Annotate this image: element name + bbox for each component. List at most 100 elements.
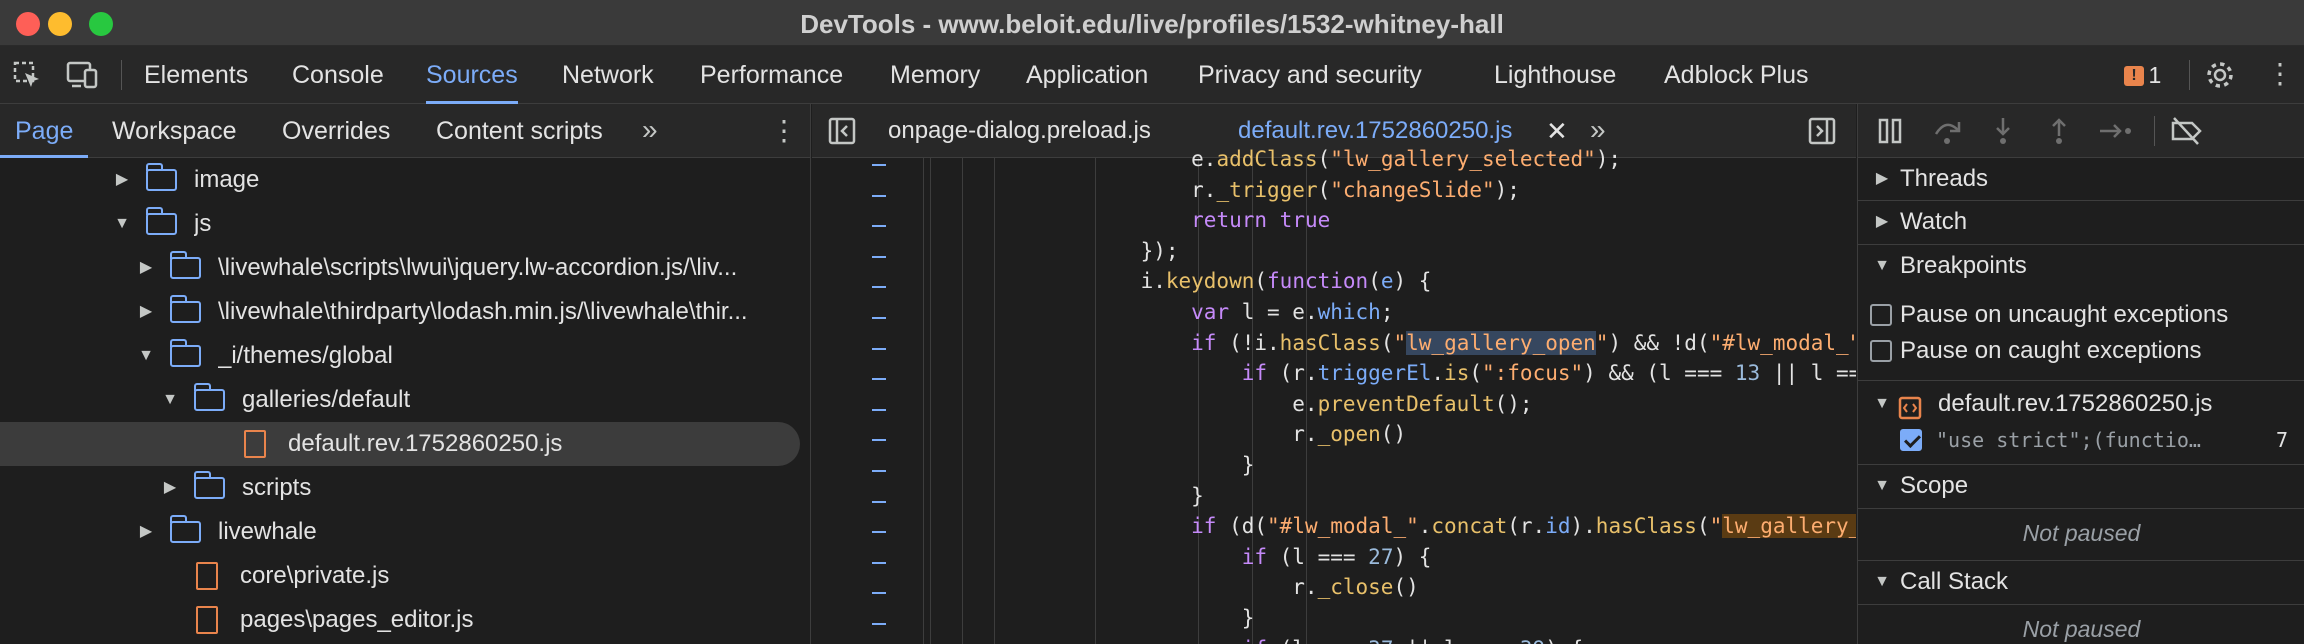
breakpoint-entry[interactable]: "use strict";(functio… 7	[1858, 419, 2304, 461]
tab-sources[interactable]: Sources	[426, 46, 518, 104]
code-token: ":focus"	[1482, 361, 1584, 386]
tree-folder-row[interactable]: ▼ _i/themes/global	[0, 334, 810, 378]
line-change-marker	[872, 164, 886, 166]
issues-badge[interactable]: ! 1	[2124, 62, 2161, 89]
step-out-icon[interactable]	[2044, 116, 2074, 151]
code-token: "changeSlide"	[1330, 177, 1495, 202]
tab-console[interactable]: Console	[292, 46, 384, 104]
tree-folder-row[interactable]: ▶ livewhale	[0, 510, 810, 554]
settings-gear-icon[interactable]	[2204, 59, 2236, 96]
toggle-navigator-icon[interactable]	[828, 117, 856, 150]
folder-icon	[145, 207, 177, 235]
scope-section-header[interactable]: ▼ Scope	[1858, 465, 2304, 507]
line-change-marker	[872, 286, 886, 289]
line-change-marker	[872, 347, 886, 350]
pause-resume-icon[interactable]	[1876, 116, 1906, 151]
pause-caught-row[interactable]: Pause on caught exceptions	[1858, 330, 2304, 372]
tree-file-row[interactable]: default.rev.1752860250.js	[0, 422, 800, 466]
call-stack-section-header[interactable]: ▼ Call Stack	[1858, 561, 2304, 603]
section-divider	[1858, 604, 2304, 605]
indent-guide	[930, 158, 931, 644]
line-change-marker	[872, 623, 886, 625]
chevron-right-icon[interactable]: ▶	[160, 466, 180, 510]
breakpoints-section-header[interactable]: ▼ Breakpoints	[1858, 245, 2304, 287]
breakpoint-enabled-checkbox[interactable]	[1900, 429, 1922, 451]
code-token: );	[1595, 147, 1622, 171]
tree-folder-row[interactable]: ▼ js	[0, 202, 810, 246]
chevron-down-icon[interactable]: ▼	[160, 378, 180, 422]
close-tab-icon[interactable]: ✕	[1546, 116, 1568, 147]
tree-item-label: core\private.js	[240, 562, 390, 589]
tree-folder-row[interactable]: ▶ image	[0, 158, 810, 202]
code-token: ) && !d(	[1608, 330, 1710, 355]
device-toolbar-icon[interactable]	[66, 60, 98, 95]
tree-folder-row[interactable]: ▶ \livewhale\thirdparty\lodash.min.js/\li…	[0, 290, 810, 334]
more-options-icon[interactable]: ⋮	[2266, 59, 2294, 89]
more-tabs-chevron-icon[interactable]: »	[642, 114, 658, 146]
code-token: if	[1191, 330, 1217, 355]
main-toolbar: Elements Console Sources Network Perform…	[0, 46, 2304, 104]
tree-folder-row[interactable]: ▶ \livewhale\scripts\lwui\jquery.lw-accor…	[0, 246, 810, 290]
code-token: (	[1317, 177, 1331, 202]
code-token: if	[1191, 514, 1217, 539]
title-bar: DevTools - www.beloit.edu/live/profiles/…	[0, 0, 2304, 46]
more-editor-tabs-chevron-icon[interactable]: »	[1590, 114, 1606, 146]
chevron-down-icon[interactable]: ▼	[136, 334, 156, 378]
pause-caught-checkbox[interactable]	[1870, 340, 1892, 362]
file-icon	[196, 562, 218, 590]
tab-elements[interactable]: Elements	[144, 46, 248, 104]
chevron-right-icon[interactable]: ▶	[112, 158, 132, 202]
chevron-right-icon[interactable]: ▶	[136, 246, 156, 290]
line-change-marker	[872, 561, 886, 564]
chevron-right-icon[interactable]: ▶	[136, 290, 156, 334]
tab-performance[interactable]: Performance	[700, 46, 843, 104]
toggle-debugger-icon[interactable]	[1808, 117, 1836, 150]
code-line: e.preventDefault();	[1090, 389, 1532, 419]
tree-folder-row[interactable]: ▼ galleries/default	[0, 378, 810, 422]
code-editor[interactable]: e.addClass("lw_gallery_selected"); r._tr…	[812, 147, 1856, 644]
step-into-icon[interactable]	[1988, 116, 2018, 151]
file-icon	[196, 606, 218, 634]
step-over-icon[interactable]	[1932, 116, 1964, 151]
tab-lighthouse[interactable]: Lighthouse	[1494, 46, 1616, 104]
code-token: true	[1279, 208, 1331, 233]
chevron-right-icon[interactable]: ▶	[136, 510, 156, 554]
threads-section-header[interactable]: ▶ Threads	[1858, 158, 2304, 200]
tree-file-row[interactable]: pages\pages_editor.js	[0, 598, 810, 642]
code-line: r._close()	[1090, 572, 1418, 602]
tab-workspace[interactable]: Workspace	[112, 104, 237, 158]
deactivate-breakpoints-icon[interactable]	[2170, 116, 2204, 151]
code-token: triggerEl	[1317, 361, 1432, 386]
tab-content-scripts[interactable]: Content scripts	[436, 104, 603, 158]
tab-page[interactable]: Page	[0, 104, 89, 158]
code-token: which	[1317, 300, 1381, 324]
navigator-menu-icon[interactable]: ⋮	[770, 114, 798, 147]
pause-uncaught-checkbox[interactable]	[1870, 304, 1892, 326]
step-icon[interactable]	[2098, 116, 2134, 151]
navigator-tabs: Page Workspace Overrides Content scripts…	[0, 104, 810, 158]
tab-memory[interactable]: Memory	[890, 46, 980, 104]
code-token: (	[1254, 269, 1268, 294]
window-title: DevTools - www.beloit.edu/live/profiles/…	[800, 9, 1504, 39]
tree-folder-row[interactable]: ▶ scripts	[0, 466, 810, 510]
watch-section-header[interactable]: ▶ Watch	[1858, 201, 2304, 243]
tab-privacy-and-security[interactable]: Privacy and security	[1198, 46, 1422, 104]
code-token: ) {	[1393, 544, 1432, 569]
code-token: }	[1090, 606, 1255, 630]
debugger-panel: ▶ Threads ▶ Watch ▼ Breakpoints Pause on…	[1857, 104, 2304, 644]
tab-overrides[interactable]: Overrides	[282, 104, 390, 158]
line-change-marker	[872, 592, 886, 595]
code-token: }	[1090, 483, 1204, 508]
tab-network[interactable]: Network	[562, 46, 654, 104]
tree-file-row[interactable]: core\private.js	[0, 554, 810, 598]
inspect-element-icon[interactable]	[12, 60, 42, 95]
line-gutter[interactable]	[812, 158, 924, 644]
tree-item-label: pages\pages_editor.js	[240, 606, 474, 633]
tab-application[interactable]: Application	[1026, 46, 1148, 104]
chevron-down-icon[interactable]: ▼	[112, 202, 132, 246]
tab-adblock-plus[interactable]: Adblock Plus	[1664, 46, 1809, 104]
code-token: r.	[1090, 422, 1318, 447]
code-token: _open	[1317, 422, 1381, 447]
line-change-marker	[872, 470, 886, 472]
